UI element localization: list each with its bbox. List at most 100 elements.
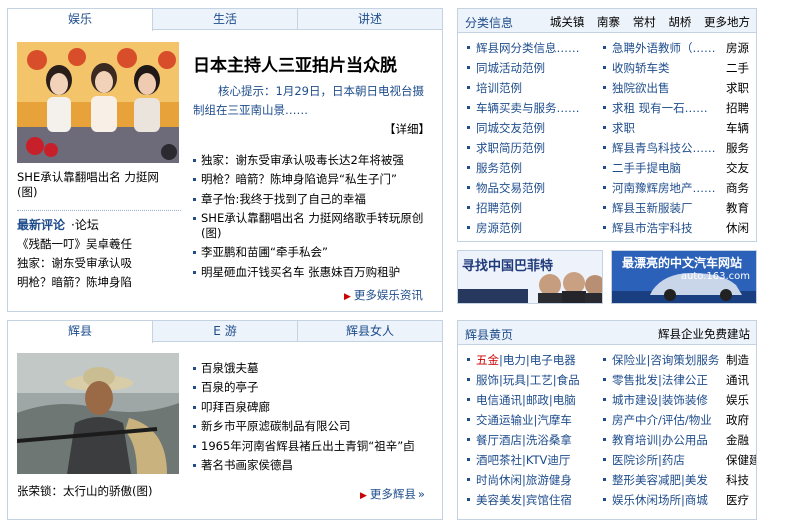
list-item[interactable]: 百泉的亭子 xyxy=(192,378,436,397)
category-link[interactable]: KTV迪厅 xyxy=(526,453,571,467)
list-item[interactable]: 辉县玉新服装厂 xyxy=(602,198,720,218)
list-item[interactable]: SHE承认靠翻唱出名 力挺网络歌手转玩原创(图) xyxy=(192,209,436,243)
list-item[interactable]: 同城交友范例 xyxy=(466,118,598,138)
list-item[interactable]: 叩拜百泉碑廊 xyxy=(192,398,436,417)
auto-ad-banner[interactable]: 最漂亮的中文汽车网站 auto.163.com xyxy=(611,250,757,304)
category-link[interactable]: 食品 xyxy=(557,373,580,387)
list-item[interactable]: 物品交易范例 xyxy=(466,178,598,198)
tab-e-tour[interactable]: E 游 xyxy=(153,321,298,341)
category-link[interactable]: 商务 xyxy=(726,178,756,198)
list-item[interactable]: 同城活动范例 xyxy=(466,58,598,78)
list-item[interactable]: 章子怡:我终于找到了自己的幸福 xyxy=(192,190,436,209)
yellow-pages-title[interactable]: 辉县黄页 xyxy=(465,326,513,343)
tab-entertainment[interactable]: 娱乐 xyxy=(8,9,153,31)
category-link[interactable]: 车辆 xyxy=(726,118,756,138)
category-link[interactable]: 商城 xyxy=(685,493,708,507)
tab-life[interactable]: 生活 xyxy=(153,9,298,29)
category-link[interactable]: 旅游健身 xyxy=(526,473,572,487)
list-item[interactable]: 李亚鹏和苗圃“牵手私会” xyxy=(192,243,436,262)
category-link[interactable]: 招聘 xyxy=(726,98,756,118)
list-item[interactable]: 1965年河南省辉县褚丘出土青铜“祖辛”卣 xyxy=(192,437,436,456)
list-item[interactable]: 辉县网分类信息…… xyxy=(466,38,598,58)
list-item[interactable]: 收购轿车类 xyxy=(602,58,720,78)
tab-huixian-women[interactable]: 辉县女人 xyxy=(298,321,442,341)
classifieds-title[interactable]: 分类信息 xyxy=(465,14,513,31)
category-link[interactable]: 求职 xyxy=(726,78,756,98)
category-link[interactable]: 制造 xyxy=(726,350,756,370)
category-link[interactable]: 娱乐休闲场所 xyxy=(612,493,681,507)
list-item[interactable]: 新乡市平原滤碳制品有限公司 xyxy=(192,417,436,436)
category-link[interactable]: 五金 xyxy=(476,353,499,367)
category-link[interactable]: 政府 xyxy=(726,410,756,430)
category-link[interactable]: 宾馆住宿 xyxy=(526,493,572,507)
list-item[interactable]: 辉县市浩宇科技 xyxy=(602,218,720,238)
category-link[interactable]: 零售批发 xyxy=(612,373,658,387)
category-link[interactable]: 电信通讯 xyxy=(476,393,522,407)
category-link[interactable]: 医疗 xyxy=(726,490,756,510)
category-link[interactable]: 咨询策划服务 xyxy=(650,353,719,367)
list-item[interactable]: 招聘范例 xyxy=(466,198,598,218)
category-link[interactable]: 城市建设 xyxy=(612,393,658,407)
category-link[interactable]: 保健建筑 xyxy=(726,450,756,470)
category-link[interactable]: 时尚休闲 xyxy=(476,473,522,487)
more-entertainment-link[interactable]: ▶ 更多娱乐资讯 xyxy=(344,287,423,303)
she-photo-caption[interactable]: SHE承认靠翻唱出名 力挺网(图) xyxy=(17,170,179,200)
list-item[interactable]: 服务范例 xyxy=(466,158,598,178)
category-link[interactable]: 交友 xyxy=(726,158,756,178)
zhang-rongsuo-caption[interactable]: 张荣锁：太行山的骄傲(图) xyxy=(17,484,182,499)
list-item[interactable]: 著名书画家侯德昌 xyxy=(192,456,436,475)
free-site-link[interactable]: 辉县企业免费建站 xyxy=(658,326,750,342)
review-item[interactable]: 《残酷一叮》吴卓羲任 xyxy=(17,235,181,254)
category-link[interactable]: 房源 xyxy=(726,38,756,58)
category-link[interactable]: 装饰装修 xyxy=(662,393,708,407)
category-link[interactable]: 教育 xyxy=(726,198,756,218)
category-link[interactable]: 整形美容减肥 xyxy=(612,473,681,487)
category-link[interactable]: 美容美发 xyxy=(476,493,522,507)
category-link[interactable]: 电脑 xyxy=(553,393,576,407)
category-link[interactable]: 医院诊所 xyxy=(612,453,658,467)
more-huixian-link[interactable]: ▶ 更多辉县» xyxy=(360,486,425,502)
category-link[interactable]: 娱乐 xyxy=(726,390,756,410)
list-item[interactable]: 辉县青鸟科技公…… xyxy=(602,138,720,158)
category-link[interactable]: 酒吧茶社 xyxy=(476,453,522,467)
category-link[interactable]: 洗浴桑拿 xyxy=(526,433,572,447)
list-item[interactable]: 求职 xyxy=(602,118,720,138)
category-link[interactable]: 美发 xyxy=(685,473,708,487)
category-link[interactable]: 教育培训 xyxy=(612,433,658,447)
detail-link[interactable]: 【详细】 xyxy=(384,121,430,137)
review-item[interactable]: 明枪？暗箭？陈坤身陷 xyxy=(17,273,181,292)
category-link[interactable]: 金融 xyxy=(726,430,756,450)
region-link[interactable]: 南寨 xyxy=(597,15,620,29)
category-link[interactable]: 餐厅酒店 xyxy=(476,433,522,447)
category-link[interactable]: 服饰 xyxy=(476,373,499,387)
category-link[interactable]: 工艺 xyxy=(530,373,553,387)
category-link[interactable]: 玩具 xyxy=(503,373,526,387)
category-link[interactable]: 电力 xyxy=(503,353,526,367)
region-link[interactable]: 常村 xyxy=(633,15,656,29)
buffett-ad-banner[interactable]: 寻找中国巴菲特 xyxy=(457,250,603,304)
list-item[interactable]: 二手手提电脑 xyxy=(602,158,720,178)
category-link[interactable]: 法律公正 xyxy=(662,373,708,387)
list-item[interactable]: 独家：谢东受审承认吸毒长达2年将被强 xyxy=(192,151,436,170)
list-item[interactable]: 明星砸血汗钱买名车 张惠妹百万购租驴 xyxy=(192,263,436,282)
category-link[interactable]: 电子电器 xyxy=(530,353,576,367)
list-item[interactable]: 河南豫辉房地产…… xyxy=(602,178,720,198)
list-item[interactable]: 明枪？暗箭？陈坤身陷诡异“私生子门” xyxy=(192,170,436,189)
region-link[interactable]: 胡桥 xyxy=(668,15,691,29)
category-link[interactable]: 二手 xyxy=(726,58,756,78)
region-link[interactable]: 城关镇 xyxy=(550,15,585,29)
list-item[interactable]: 求租 现有一石…… xyxy=(602,98,720,118)
category-link[interactable]: 通讯 xyxy=(726,370,756,390)
category-link[interactable]: 办公用品 xyxy=(662,433,708,447)
category-link[interactable]: 休闲 xyxy=(726,218,756,238)
category-link[interactable]: 保险业 xyxy=(612,353,647,367)
review-item[interactable]: 独家：谢东受审承认吸 xyxy=(17,254,181,273)
more-regions-link[interactable]: 更多地方 xyxy=(704,15,750,29)
category-link[interactable]: 服务 xyxy=(726,138,756,158)
list-item[interactable]: 车辆买卖与服务…… xyxy=(466,98,598,118)
tab-huixian[interactable]: 辉县 xyxy=(8,321,153,343)
list-item[interactable]: 急聘外语教师（…… xyxy=(602,38,720,58)
list-item[interactable]: 求职简历范例 xyxy=(466,138,598,158)
list-item[interactable]: 百泉饿夫墓 xyxy=(192,359,436,378)
list-item[interactable]: 独院欲出售 xyxy=(602,78,720,98)
